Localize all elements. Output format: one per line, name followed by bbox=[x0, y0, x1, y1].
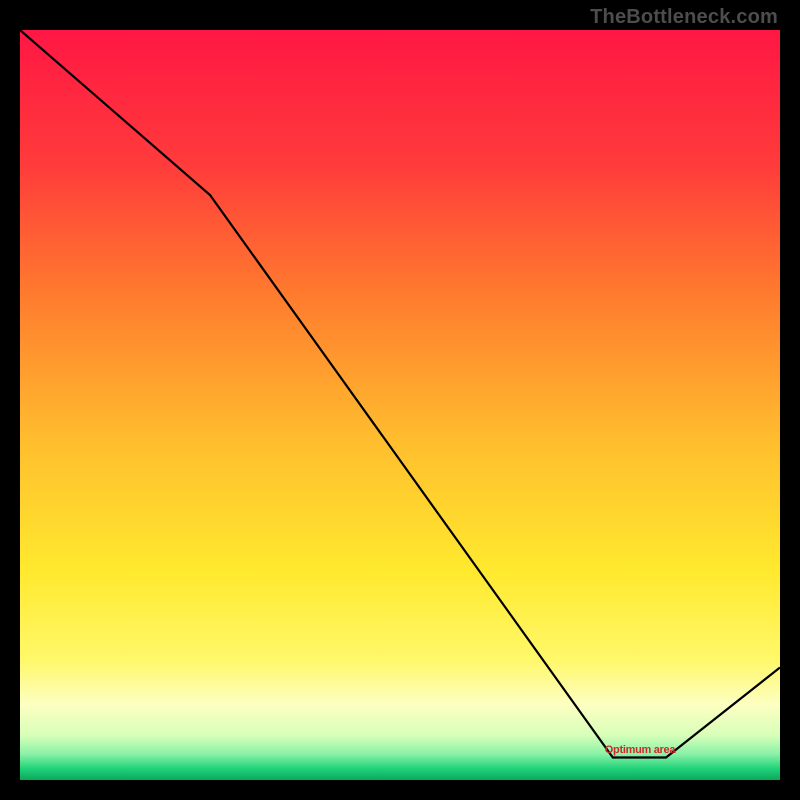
chart-frame: TheBottleneck.com Optimum area bbox=[0, 0, 800, 800]
watermark-text: TheBottleneck.com bbox=[590, 6, 778, 29]
plot-area: Optimum area bbox=[20, 30, 780, 780]
data-line-layer bbox=[20, 30, 780, 780]
data-line bbox=[20, 30, 780, 758]
optimum-point-label: Optimum area bbox=[605, 744, 675, 756]
